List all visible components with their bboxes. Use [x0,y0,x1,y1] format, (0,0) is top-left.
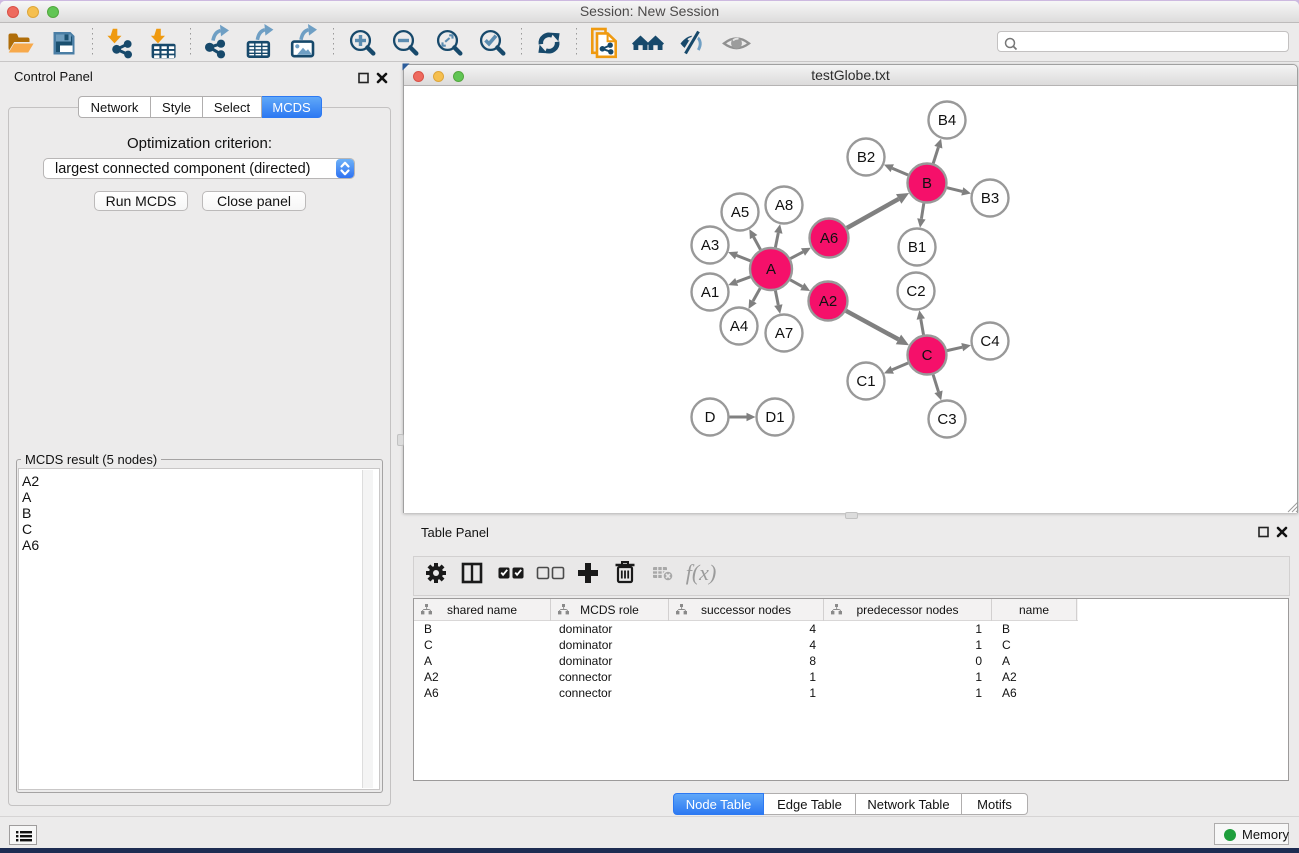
svg-text:A8: A8 [775,197,793,214]
svg-text:C3: C3 [937,411,956,428]
svg-text:A3: A3 [701,237,719,254]
svg-text:A: A [766,261,776,278]
svg-text:A6: A6 [820,230,838,247]
svg-text:C2: C2 [906,283,925,300]
svg-text:B: B [922,175,932,192]
svg-text:A4: A4 [730,318,748,335]
svg-text:D1: D1 [765,409,784,426]
svg-text:A7: A7 [775,325,793,342]
svg-text:B4: B4 [938,112,956,129]
svg-text:B1: B1 [908,239,926,256]
svg-text:A2: A2 [819,293,837,310]
svg-text:f(x): f(x) [686,560,717,585]
svg-text:B2: B2 [857,149,875,166]
svg-text:A5: A5 [731,204,749,221]
svg-text:C: C [922,347,933,364]
svg-text:B3: B3 [981,190,999,207]
svg-text:A1: A1 [701,284,719,301]
svg-text:C4: C4 [980,333,999,350]
svg-text:C1: C1 [856,373,875,390]
svg-text:D: D [705,409,716,426]
